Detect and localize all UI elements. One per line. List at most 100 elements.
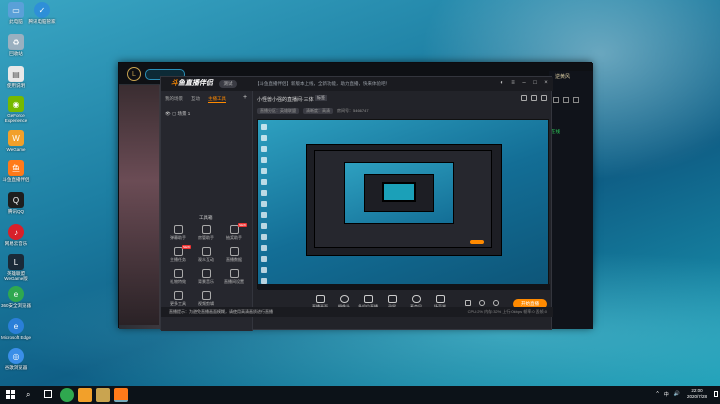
desktop-icon[interactable]: ♪ 网易云音乐 [0,224,32,246]
quality-pill[interactable]: 清晰度：高清 [303,108,333,114]
status-bar: 直播提示：为避免直播画面模糊，请使用高清画质进行直播 CPU:2% 内存:32%… [161,307,553,317]
start-button[interactable] [6,390,16,400]
main-area: 小怪兽小强的直播间·三体 标签 直播分区：英雄联盟 清晰度：高清 房间号：546… [253,91,553,331]
list-icon[interactable] [573,97,579,103]
desktop-icon[interactable]: ▤ 使用说明 [0,66,32,88]
left-tabs: 我的场景 互动 主播工具 [165,96,226,103]
camera-icon [339,295,349,303]
tool-item[interactable]: 房管助手 [193,225,219,241]
gear-icon[interactable] [493,300,499,306]
room-meta: 直播分区：英雄联盟 清晰度：高清 房间号：5466747 [257,108,369,114]
wegame-app-icon[interactable] [78,388,92,402]
search-icon[interactable]: ⌕ [26,390,30,400]
wegame-icon: W [8,130,24,146]
friends-panel: 逆黄风 在线 [549,71,593,329]
preview-taskbar [258,284,550,290]
computer-icon: ▭ [8,2,24,18]
share-icon[interactable] [521,95,527,101]
desktop-icon[interactable]: ◉ GeForce Experience [0,96,32,123]
system-tray: ^ 中 🔊 [656,391,680,398]
volume-icon[interactable]: 🔊 [674,391,680,398]
category-pill[interactable]: 直播分区：英雄联盟 [257,108,299,114]
chat-icon[interactable] [563,97,569,103]
tool-item[interactable]: 弹幕助手 [165,225,191,241]
friend-add-icon[interactable] [553,97,559,103]
add-scene-icon[interactable]: + [243,94,247,101]
desktop-icon[interactable]: L 英雄联盟WeGame版 [0,254,32,281]
tool-item[interactable]: 礼物特效 [165,269,191,285]
speaker-icon [435,295,445,303]
notice-text[interactable]: 【斗鱼直播伴侣】新版本上线，全新功能，助力直播，快来体验吧！ [255,80,390,88]
left-panel: 我的场景 互动 主播工具 + 👁 ▢ 场景 1 工具箱 弹幕助手 房管助手 抽奖… [161,91,253,331]
window-controls: ◐ ≡ – □ × [499,80,549,86]
notification-icon[interactable] [714,391,718,397]
tool-icon [229,247,239,256]
record-icon [387,295,397,303]
desktop-icon[interactable]: ◎ 谷歌浏览器 [0,348,32,370]
input-method-icon[interactable]: 中 [664,391,669,398]
settings-icon[interactable] [531,95,537,101]
performance-stats: CPU:2% 内存:32% 上行:0kbps 帧率:0 丢帧:0 [467,309,547,314]
fullscreen-icon[interactable] [541,95,547,101]
new-badge: NEW [238,223,247,227]
lol-icon: L [8,254,24,270]
monitor-icon [315,295,325,303]
tool-item[interactable]: 抽奖助手 NEW [221,223,247,241]
minimize-icon[interactable]: – [521,80,527,86]
clock-date: 2020/7/28 [686,394,708,399]
tool-icon [173,291,183,300]
tool-icon [201,291,211,300]
tool-item[interactable]: 更多工具 [165,291,191,307]
stream-preview[interactable] [257,119,550,290]
qq-icon: Q [8,192,24,208]
close-icon[interactable]: × [543,80,549,86]
tool-icon [201,225,211,234]
scene-item[interactable]: 👁 ▢ 场景 1 [165,111,190,117]
desktop-icon[interactable]: ✓ 腾讯电脑管家 [26,2,58,24]
douyu-icon: 鱼 [8,160,24,176]
edge-icon: e [8,318,24,334]
tool-icon [201,247,211,256]
maximize-icon[interactable]: □ [532,80,538,86]
skin-icon[interactable]: ◐ [499,80,505,86]
tool-item[interactable]: 直播数据 [221,247,247,263]
desktop-icon[interactable]: ♻ 回收站 [0,34,32,56]
timer-icon[interactable] [479,300,485,306]
tab-interaction[interactable]: 互动 [191,96,200,103]
desktop-icon[interactable]: W WeGame [0,130,32,152]
douyu-app-icon[interactable] [114,388,128,402]
microphone-icon [411,295,421,303]
360-browser-icon: e [8,286,24,302]
task-view-icon[interactable] [44,390,52,398]
lol-logo-icon[interactable]: L [127,67,141,81]
taskbar: ⌕ ^ 中 🔊 22:00 2020/7/28 [0,386,720,404]
desktop-icon[interactable]: e Microsoft Edge [0,318,32,340]
desktop-icon[interactable]: e 360安全浏览器 [0,286,32,308]
tool-item[interactable]: 直播间设置 [221,269,247,285]
tab-host-tools[interactable]: 主播工具 [208,96,226,103]
status-text: 直播提示：为避免直播画面模糊，请使用高清画质进行直播 [169,309,273,314]
tool-icon [201,269,211,278]
tool-item[interactable]: 主播任务 NEW [165,245,191,263]
tool-item[interactable]: 背景音乐 [193,269,219,285]
room-title[interactable]: 小怪兽小强的直播间·三体 [257,96,314,103]
recycle-bin-icon: ♻ [8,34,24,50]
game-champion-art [119,85,159,325]
tool-item[interactable]: 观众互动 [193,247,219,263]
tencent-manager-icon: ✓ [34,2,50,18]
chrome-icon: ◎ [8,348,24,364]
desktop-icon[interactable]: Q 腾讯QQ [0,192,32,214]
tool-item[interactable]: 视频剪辑 [193,291,219,307]
tray-expand-icon[interactable]: ^ [656,391,658,398]
tab-scenes[interactable]: 我的场景 [165,96,183,103]
preview-desktop-icons [261,124,269,289]
video-icon[interactable] [465,300,471,306]
lol-app-icon[interactable] [96,388,110,402]
stream-app-window[interactable]: 斗鱼直播伴侣 测试 【斗鱼直播伴侣】新版本上线，全新功能，助力直播，快来体验吧！… [160,76,553,331]
summoner-name: 逆黄风 [555,74,571,80]
menu-icon[interactable]: ≡ [510,80,516,86]
desktop-icon[interactable]: 鱼 斗鱼直播伴侣 [0,160,32,182]
360-app-icon[interactable] [60,388,74,402]
room-tag[interactable]: 标签 [315,95,327,101]
clock[interactable]: 22:00 2020/7/28 [682,388,712,400]
